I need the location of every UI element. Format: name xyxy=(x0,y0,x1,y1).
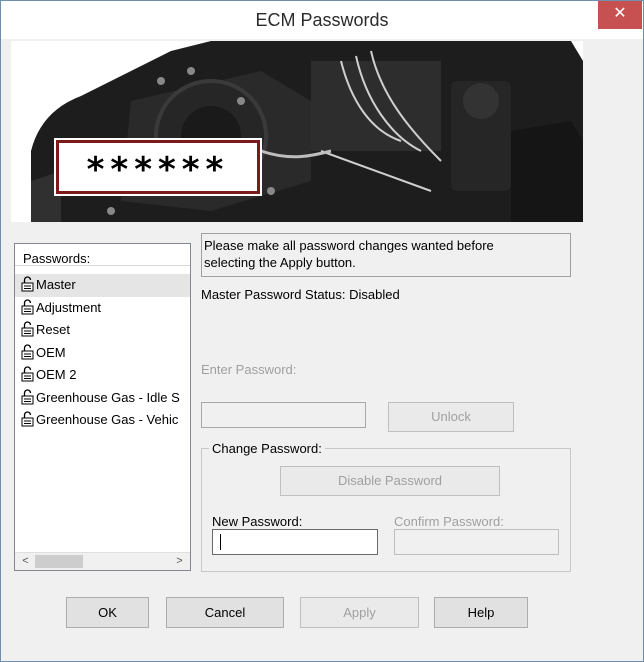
list-item-label: Greenhouse Gas - Idle S xyxy=(36,389,180,405)
list-item-label: OEM 2 xyxy=(36,367,77,382)
ok-button[interactable]: OK xyxy=(66,597,149,628)
list-item-greenhouse-gas-idle[interactable]: Greenhouse Gas - Idle S xyxy=(15,387,190,410)
lock-icon xyxy=(21,298,34,314)
list-item-oem[interactable]: OEM xyxy=(15,342,190,365)
close-button[interactable]: ✕ xyxy=(598,1,642,29)
passwords-list-header: Passwords: xyxy=(15,244,190,266)
list-item-master[interactable]: Master xyxy=(15,274,190,297)
scroll-right-icon[interactable]: > xyxy=(171,553,188,570)
scroll-thumb[interactable] xyxy=(35,555,83,568)
title-bar: ECM Passwords ✕ xyxy=(1,1,643,39)
masked-password-display: ****** xyxy=(56,140,260,194)
confirm-password-input[interactable] xyxy=(394,529,559,555)
apply-button[interactable]: Apply xyxy=(300,597,419,628)
list-item-label: Reset xyxy=(36,322,70,337)
horizontal-scrollbar[interactable]: < > xyxy=(15,552,190,570)
window-title: ECM Passwords xyxy=(255,10,389,30)
ecm-passwords-dialog: ECM Passwords ✕ ****** Passwords: Master xyxy=(0,0,644,662)
lock-icon xyxy=(21,366,34,382)
list-item-label: Greenhouse Gas - Vehic xyxy=(36,412,179,427)
unlock-button[interactable]: Unlock xyxy=(388,402,514,432)
enter-password-input[interactable] xyxy=(201,402,366,428)
list-item-greenhouse-gas-vehicle[interactable]: Greenhouse Gas - Vehic xyxy=(15,409,190,432)
scroll-left-icon[interactable]: < xyxy=(17,553,34,570)
passwords-items: Master Adjustment Reset OEM OEM 2 Greenh… xyxy=(15,274,190,432)
lock-icon xyxy=(21,343,34,359)
info-message-line-2: selecting the Apply button. xyxy=(204,255,356,270)
engine-banner-image: ****** xyxy=(11,41,583,222)
info-message: Please make all password changes wanted … xyxy=(201,233,571,277)
lock-icon xyxy=(21,388,34,404)
new-password-label: New Password: xyxy=(212,514,303,529)
list-item-label: Master xyxy=(36,277,76,292)
disable-password-button[interactable]: Disable Password xyxy=(280,466,500,496)
lock-icon xyxy=(21,321,34,337)
list-item-label: OEM xyxy=(36,344,66,360)
status-value: Disabled xyxy=(349,287,400,302)
confirm-password-label: Confirm Password: xyxy=(394,514,504,529)
cancel-button[interactable]: Cancel xyxy=(166,597,284,628)
list-item-label: Adjustment xyxy=(36,299,102,315)
lock-icon xyxy=(21,411,34,427)
change-password-group-label: Change Password: xyxy=(209,441,325,456)
text-caret xyxy=(220,534,221,550)
list-item-oem-2[interactable]: OEM 2 xyxy=(15,364,190,387)
close-icon: ✕ xyxy=(613,5,627,22)
info-message-line-1: Please make all password changes wanted … xyxy=(204,238,494,253)
enter-password-label: Enter Password: xyxy=(201,362,297,377)
new-password-input[interactable] xyxy=(212,529,378,555)
password-status: Master Password Status: Disabled xyxy=(201,287,400,302)
lock-icon xyxy=(21,276,34,292)
help-button[interactable]: Help xyxy=(434,597,528,628)
list-item-reset[interactable]: Reset xyxy=(15,319,190,342)
list-item-adjustment[interactable]: Adjustment xyxy=(15,297,190,320)
passwords-list[interactable]: Passwords: Master Adjustment Reset OEM O… xyxy=(14,243,191,571)
status-label: Master Password Status: xyxy=(201,287,346,302)
